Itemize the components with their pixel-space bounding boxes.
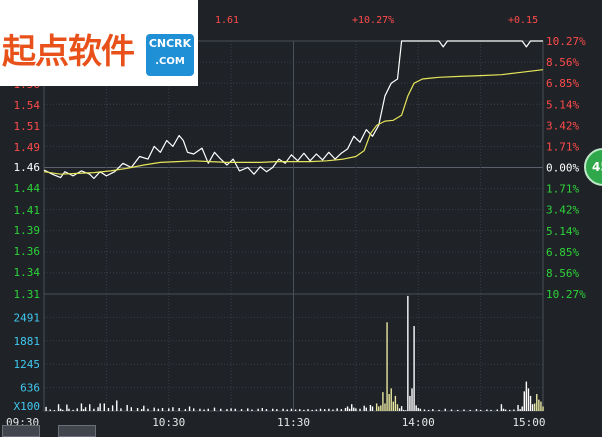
watermark-badge-line2: .COM [155,56,185,67]
percent-tick-label: 6.85% [546,77,579,90]
price-tick-label: 1.44 [14,182,41,195]
price-tick-label: 1.39 [14,224,41,237]
volume-tick-label: 1245 [14,358,41,371]
percent-tick-label: 8.56% [546,267,579,280]
header-price: 1.61 [215,15,239,26]
volume-tick-label: 2491 [14,311,41,324]
price-tick-label: 1.31 [14,288,41,301]
price-tick-label: 1.54 [14,99,41,112]
percent-tick-label: 6.85% [546,246,579,259]
percent-tick-label: 1.71% [546,140,579,153]
grid-layer [43,40,544,412]
price-tick-label: 1.34 [14,266,41,279]
percent-tick-label: 10.27% [546,288,586,301]
time-tick-label: 11:30 [277,416,310,429]
watermark-logo: 起点软件 CNCRK .COM [0,0,198,86]
percent-tick-label: 5.14% [546,225,579,238]
price-tick-label: 1.41 [14,204,41,217]
time-tick-label: 10:30 [152,416,185,429]
watermark-badge-line1: CNCRK [148,37,192,50]
percent-tick-label: 0.00% [546,162,579,175]
time-tick-label: 15:00 [512,416,545,429]
header-percent: +10.27% [352,15,394,26]
volume-unit-label: X100 [14,400,41,413]
percent-tick-label: 5.14% [546,98,579,111]
bottom-tab-2[interactable] [58,425,96,437]
percent-tick-label: 8.56% [546,56,579,69]
volume-tick-label: 1881 [14,335,41,348]
bottom-tab-1[interactable] [2,425,40,437]
percent-tick-label: 10.27% [546,35,586,48]
percent-tick-label: 3.42% [546,204,579,217]
percent-tick-label: 1.71% [546,183,579,196]
float-count-value: 45 [592,160,602,174]
price-tick-label: 1.51 [14,120,41,133]
watermark-brand: 起点软件 [2,32,135,72]
watermark-badge: CNCRK .COM [146,34,194,76]
price-tick-label: 1.49 [14,141,41,154]
header-change: +0.15 [508,15,538,26]
time-tick-label: 14:00 [402,416,435,429]
percent-tick-label: 3.42% [546,119,579,132]
volume-bars [45,295,544,411]
percent-axis-labels: 10.27% 8.56% 6.85% 5.14% 3.42% 1.71% 0.00% 1.71… [546,35,586,301]
price-tick-label: 1.36 [14,245,41,258]
header-labels: 1.61 +10.27% +0.15 [215,15,538,26]
volume-tick-label: 636 [20,382,40,395]
price-tick-label: 1.46 [14,161,41,174]
volume-axis-labels: 2491 1881 1245 636 X100 [14,311,41,413]
